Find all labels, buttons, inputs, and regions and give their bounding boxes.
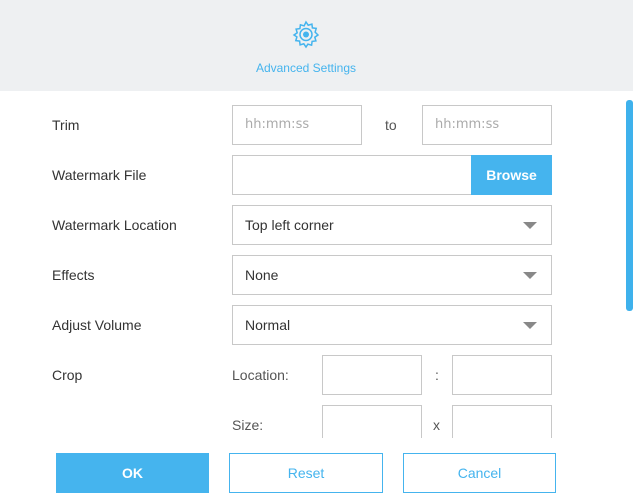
crop-size-height-input[interactable] — [452, 405, 552, 438]
browse-button[interactable]: Browse — [471, 155, 552, 195]
watermark-file-input[interactable] — [232, 155, 472, 195]
watermark-location-select[interactable]: Top left corner — [232, 205, 552, 245]
cancel-button[interactable]: Cancel — [403, 453, 556, 493]
crop-location-x-input[interactable] — [322, 355, 422, 395]
reset-button[interactable]: Reset — [229, 453, 383, 493]
crop-location-y-input[interactable] — [452, 355, 552, 395]
trim-label: Trim — [52, 117, 80, 133]
adjust-volume-label: Adjust Volume — [52, 317, 142, 333]
chevron-down-icon — [523, 322, 537, 329]
effects-value: None — [245, 267, 279, 283]
watermark-location-value: Top left corner — [245, 217, 334, 233]
trim-start-input[interactable]: hh:mm:ss — [232, 105, 362, 145]
chevron-down-icon — [523, 222, 537, 229]
trim-separator: to — [385, 117, 397, 133]
gear-icon — [292, 20, 320, 49]
ok-button[interactable]: OK — [56, 453, 209, 493]
dialog-title: Advanced Settings — [255, 61, 357, 75]
adjust-volume-select[interactable]: Normal — [232, 305, 552, 345]
scrollbar-thumb[interactable] — [626, 100, 633, 311]
crop-label: Crop — [52, 367, 83, 383]
effects-label: Effects — [52, 267, 95, 283]
crop-size-separator: x — [433, 417, 440, 433]
crop-size-width-input[interactable] — [322, 405, 422, 438]
chevron-down-icon — [523, 272, 537, 279]
adjust-volume-value: Normal — [245, 317, 291, 333]
dialog-header: Advanced Settings — [0, 0, 633, 91]
trim-end-input[interactable]: hh:mm:ss — [422, 105, 552, 145]
watermark-location-label: Watermark Location — [52, 217, 177, 233]
crop-location-separator: : — [435, 367, 439, 383]
crop-size-label: Size: — [232, 417, 264, 433]
effects-select[interactable]: None — [232, 255, 552, 295]
crop-location-label: Location: — [232, 367, 289, 383]
watermark-file-label: Watermark File — [52, 167, 147, 183]
